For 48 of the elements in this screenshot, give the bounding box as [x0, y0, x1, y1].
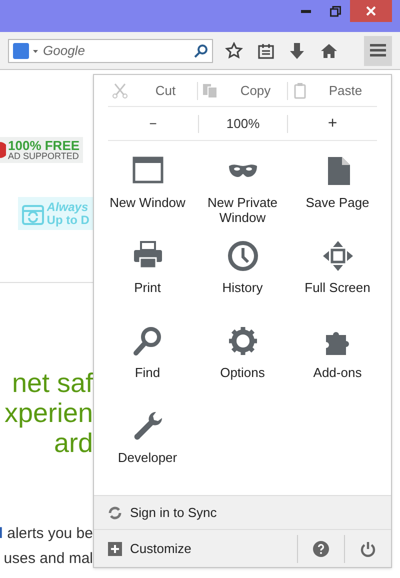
zoom-level[interactable]: 100% — [199, 114, 287, 134]
copy-icon — [202, 82, 218, 99]
update-text: Always — [46, 200, 89, 214]
wrench-icon — [132, 410, 164, 442]
menu-item-button[interactable]: Add-ons — [290, 323, 385, 408]
paste-icon — [292, 82, 308, 99]
menu-item-button[interactable]: Developer — [100, 408, 195, 493]
badge-subtitle: AD SUPPORTED — [8, 152, 80, 161]
zoom-out-button[interactable]: − — [108, 112, 198, 136]
menu-item-button[interactable]: Save Page — [290, 153, 385, 238]
fullscreen-icon — [322, 240, 354, 272]
sync-button[interactable]: Sign in to Sync — [94, 495, 391, 529]
headline-text: xperien — [4, 398, 93, 428]
paragraph-text: l alerts you be — [0, 524, 93, 544]
close-icon — [366, 6, 376, 16]
home-icon[interactable] — [320, 42, 338, 58]
zoom-in-button[interactable]: + — [288, 112, 377, 136]
plus-icon — [108, 542, 122, 556]
badge-title: 100% FREE — [8, 139, 80, 152]
search-field[interactable]: Google — [8, 38, 213, 62]
menu-item-button[interactable]: Options — [195, 323, 290, 408]
close-button[interactable] — [350, 0, 392, 22]
search-input[interactable]: Google — [43, 40, 190, 60]
paragraph-text: uses and mal — [4, 549, 93, 569]
text-link[interactable]: l — [0, 525, 3, 542]
mask-icon — [226, 163, 258, 179]
menu-icon — [370, 44, 386, 57]
search-icon — [132, 325, 164, 357]
search-icon[interactable] — [194, 44, 208, 58]
gear-icon — [226, 325, 258, 357]
cut-icon — [112, 82, 128, 99]
star-icon[interactable] — [225, 42, 243, 60]
calendar-icon — [22, 202, 44, 224]
menu-item-button[interactable]: Find — [100, 323, 195, 408]
menu-item-button[interactable]: Full Screen — [290, 238, 385, 323]
headline-text: ard — [54, 428, 93, 458]
download-icon[interactable] — [289, 42, 305, 60]
menu-item-button[interactable]: New Private Window — [195, 153, 290, 238]
menu-button[interactable] — [364, 36, 392, 66]
sync-icon — [108, 506, 122, 520]
menu-item-button[interactable]: History — [195, 238, 290, 323]
menu-item-button[interactable]: Print — [100, 238, 195, 323]
update-text: Up to D — [46, 214, 89, 226]
menu-item-button[interactable]: New Window — [100, 153, 195, 238]
list-icon[interactable] — [258, 42, 274, 58]
headline-text: net saf — [12, 368, 93, 398]
search-engine-icon[interactable] — [13, 42, 39, 58]
clock-icon — [226, 240, 258, 272]
